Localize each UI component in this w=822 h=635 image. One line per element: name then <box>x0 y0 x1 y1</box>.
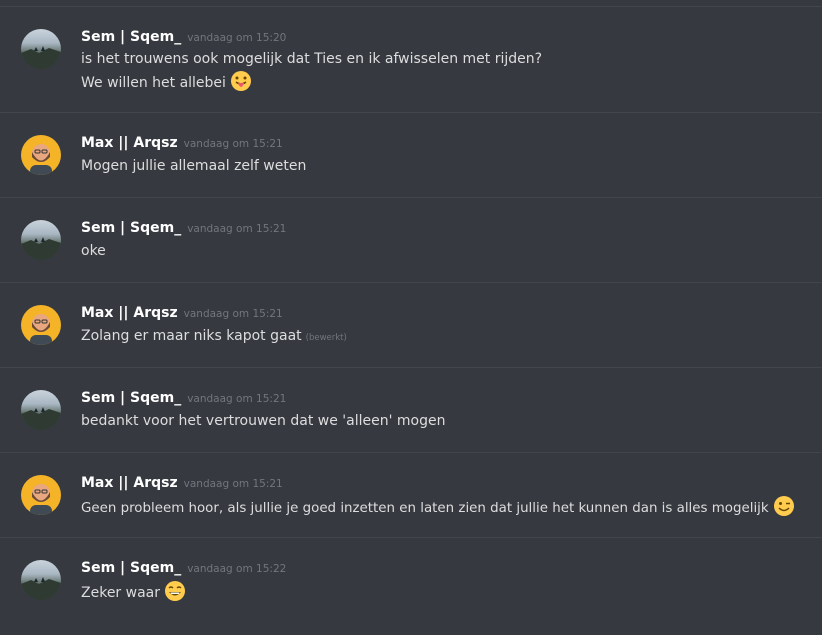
landscape-avatar-image <box>21 577 61 600</box>
landscape-avatar-image <box>21 46 61 69</box>
message-2: Max || Arqsz vandaag om 15:21 Mogen julli… <box>0 112 822 198</box>
message-text-line: Zeker waar <box>81 585 160 601</box>
landscape-avatar-image <box>21 237 61 260</box>
message-text: Geen probleem hoor, als jullie je goed i… <box>81 495 795 520</box>
timestamp: vandaag om 15:21 <box>187 393 287 405</box>
avatar[interactable] <box>21 475 61 515</box>
username-text[interactable]: Max || Arqsz <box>81 475 178 491</box>
message-6: Max || Arqsz vandaag om 15:21 Geen proble… <box>0 452 822 538</box>
message-1: Sem | Sqem_ vandaag om 15:20 is het trouw… <box>0 6 822 113</box>
avatar[interactable] <box>21 135 61 175</box>
message-text-line: Geen probleem hoor, als jullie je goed i… <box>81 501 769 516</box>
message-text-line: We willen het allebei <box>81 75 226 91</box>
username[interactable]: Max || Arqsz vandaag om 15:21 <box>81 305 283 321</box>
landscape-avatar-image <box>21 407 61 430</box>
avatar[interactable] <box>21 390 61 430</box>
username[interactable]: Sem | Sqem_ vandaag om 15:21 <box>81 220 286 236</box>
message-5: Sem | Sqem_ vandaag om 15:21 bedankt voor… <box>0 367 822 453</box>
message-text: Zeker waar <box>81 580 186 604</box>
message-7: Sem | Sqem_ vandaag om 15:22 Zeker waar <box>0 537 822 623</box>
username[interactable]: Sem | Sqem_ vandaag om 15:20 <box>81 29 286 45</box>
tongue-out-emoji[interactable] <box>230 70 252 92</box>
avatar[interactable] <box>21 305 61 345</box>
username[interactable]: Sem | Sqem_ vandaag om 15:22 <box>81 560 286 576</box>
grinning-emoji[interactable] <box>164 580 186 602</box>
timestamp: vandaag om 15:21 <box>183 138 283 150</box>
message-text: oke <box>81 243 106 259</box>
avatar[interactable] <box>21 220 61 260</box>
bearded-man-avatar-image <box>30 484 52 515</box>
timestamp: vandaag om 15:21 <box>187 223 287 235</box>
bearded-man-avatar-image <box>30 144 52 175</box>
username[interactable]: Max || Arqsz vandaag om 15:21 <box>81 475 283 491</box>
username-text[interactable]: Sem | Sqem_ <box>81 390 181 406</box>
timestamp: vandaag om 15:22 <box>187 563 287 575</box>
username-text[interactable]: Sem | Sqem_ <box>81 29 181 45</box>
edited-label: (bewerkt) <box>305 333 347 343</box>
username-text[interactable]: Sem | Sqem_ <box>81 220 181 236</box>
message-text: Mogen jullie allemaal zelf weten <box>81 158 307 174</box>
username-text[interactable]: Max || Arqsz <box>81 305 178 321</box>
username-text[interactable]: Max || Arqsz <box>81 135 178 151</box>
message-text: Zolang er maar niks kapot gaat (bewerkt) <box>81 325 347 349</box>
bearded-man-avatar-image <box>30 314 52 345</box>
message-3: Sem | Sqem_ vandaag om 15:21 oke <box>0 197 822 283</box>
message-text: We willen het allebei <box>81 70 252 94</box>
message-text-line: Zolang er maar niks kapot gaat <box>81 328 302 344</box>
message-text: bedankt voor het vertrouwen dat we 'alle… <box>81 413 446 429</box>
timestamp: vandaag om 15:21 <box>183 308 283 320</box>
avatar[interactable] <box>21 560 61 600</box>
avatar[interactable] <box>21 29 61 69</box>
message-text: is het trouwens ook mogelijk dat Ties en… <box>81 51 543 67</box>
username[interactable]: Max || Arqsz vandaag om 15:21 <box>81 135 283 151</box>
username[interactable]: Sem | Sqem_ vandaag om 15:21 <box>81 390 286 406</box>
message-4: Max || Arqsz vandaag om 15:21 Zolang er m… <box>0 282 822 368</box>
username-text[interactable]: Sem | Sqem_ <box>81 560 181 576</box>
timestamp: vandaag om 15:21 <box>183 478 283 490</box>
timestamp: vandaag om 15:20 <box>187 32 287 44</box>
winking-emoji[interactable] <box>773 495 795 517</box>
